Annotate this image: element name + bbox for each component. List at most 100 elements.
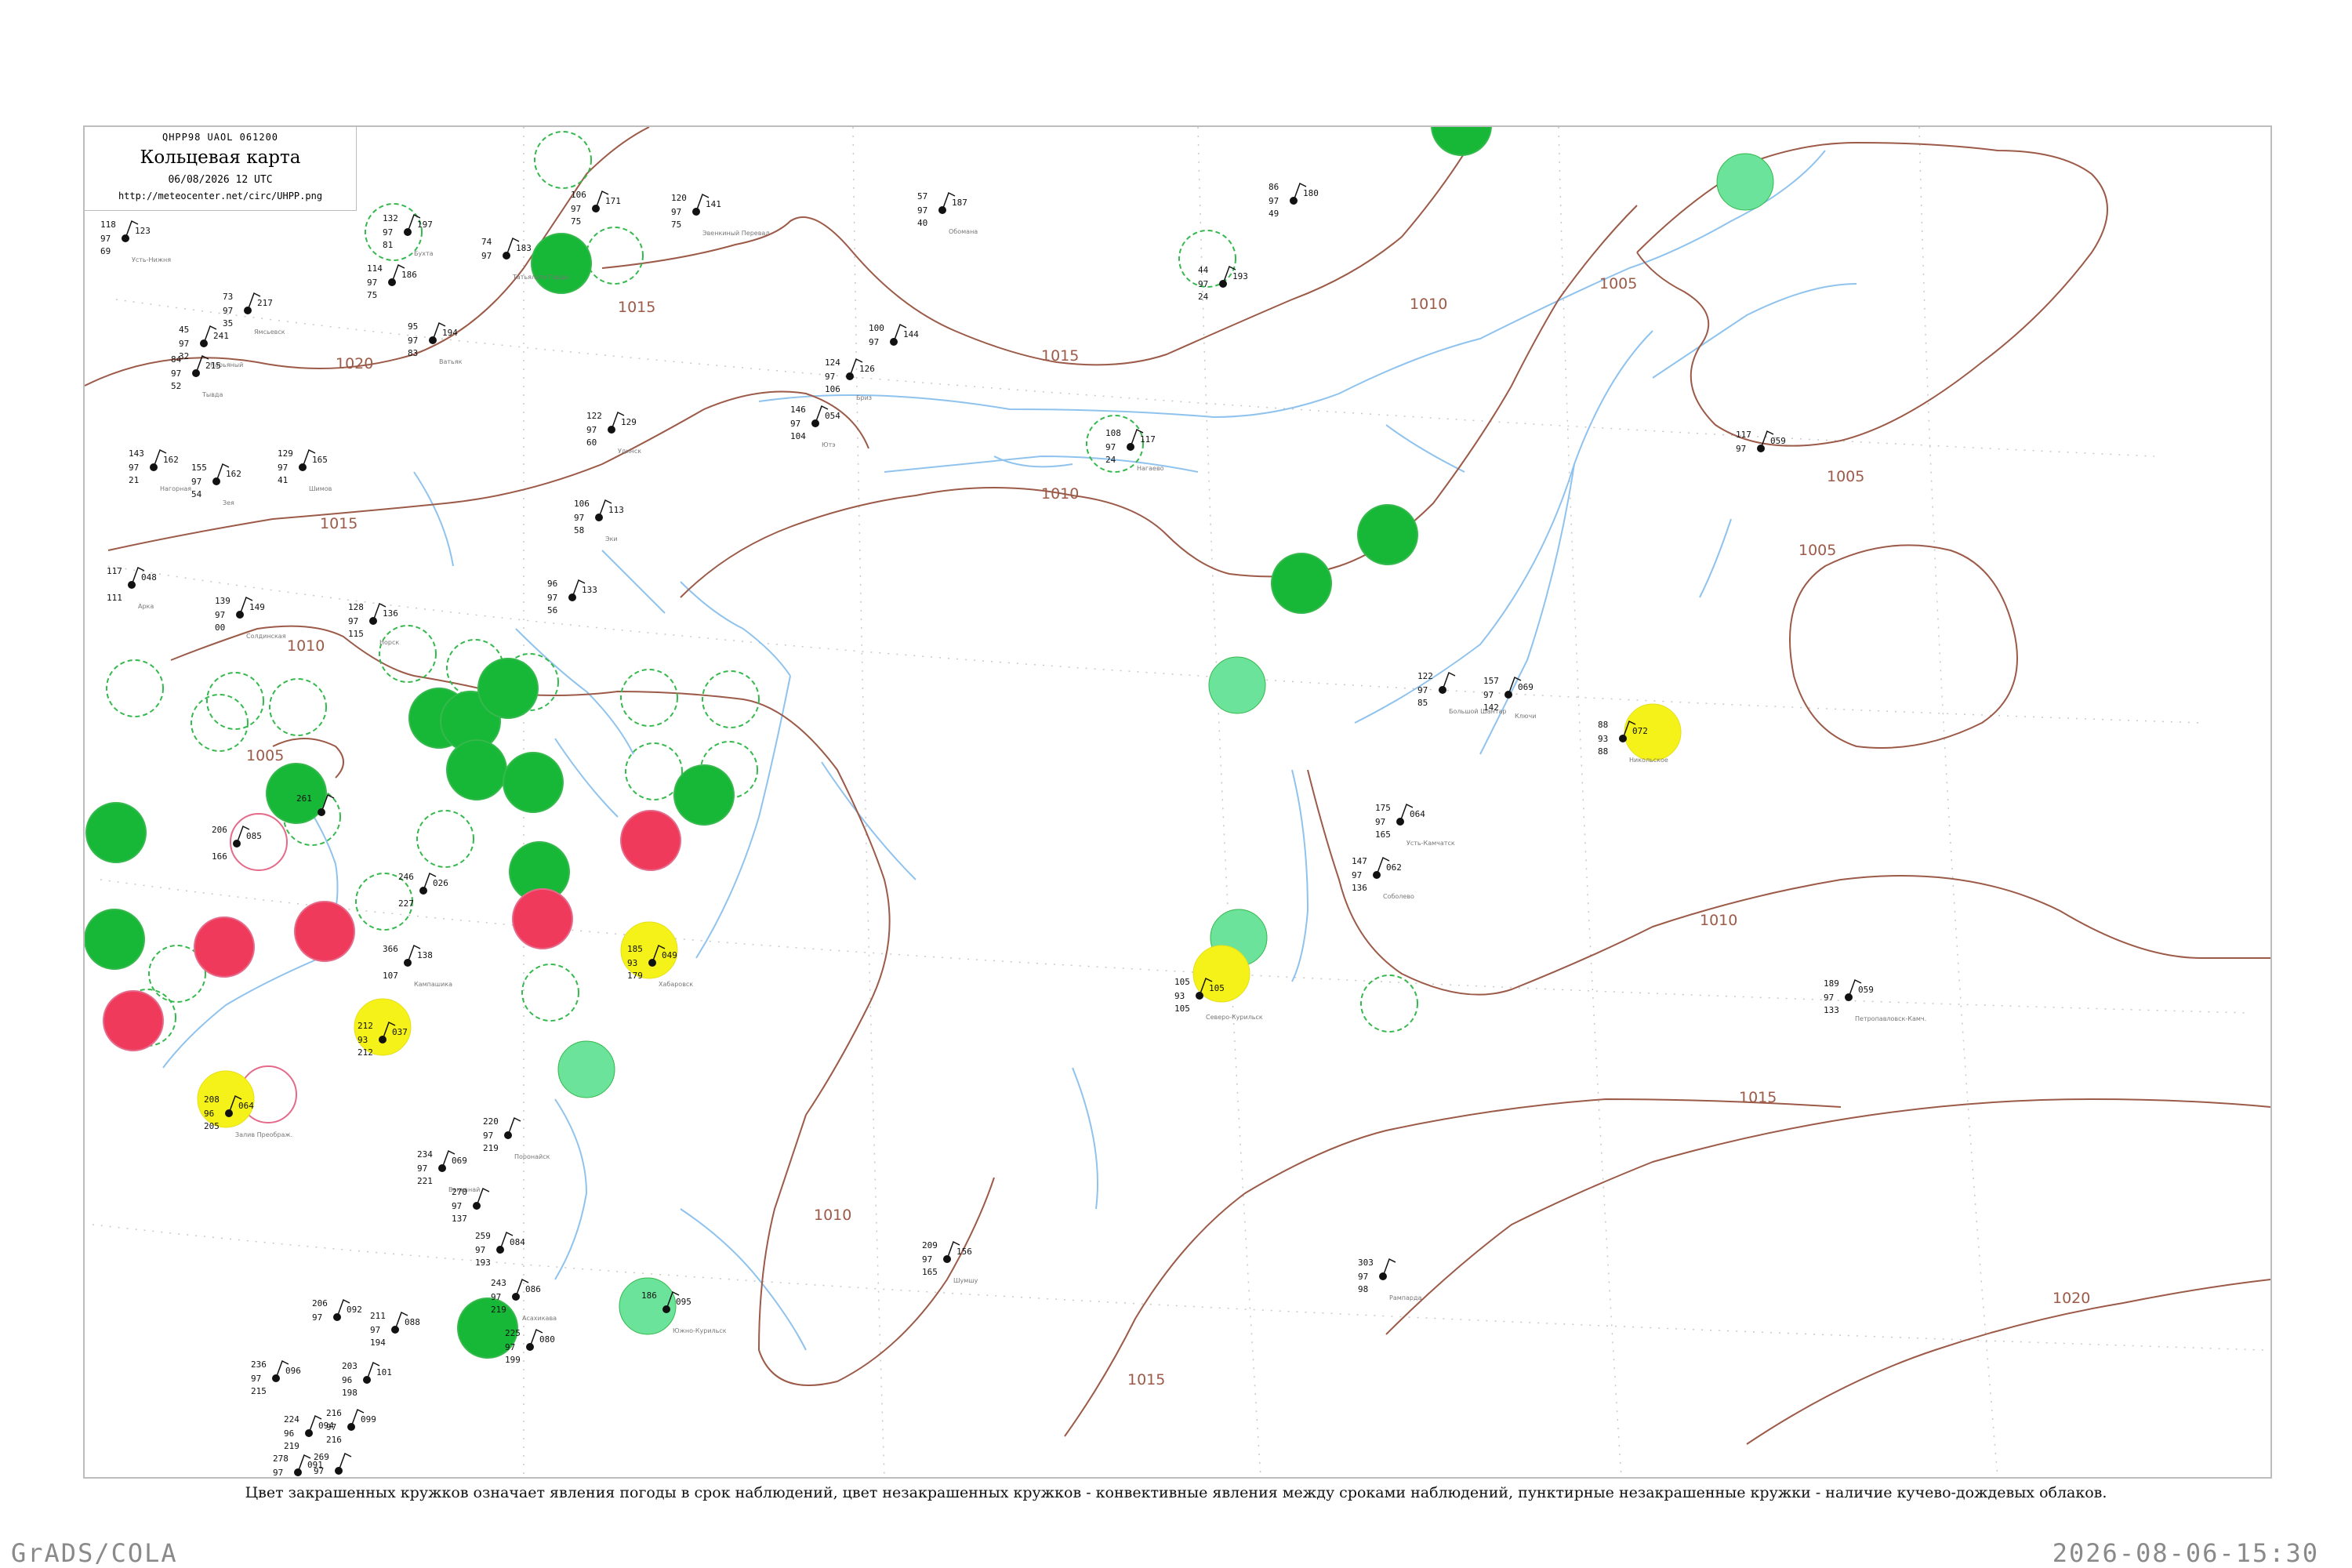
station-dewpoint: 88 [1598,746,1608,757]
isobar-labels: 1020 1015 1015 1010 1010 1010 1010 1010 … [246,275,2090,1388]
isobar-label: 1020 [2053,1290,2090,1307]
station-pressure: 105 [1209,983,1225,993]
station-visibility: 97 [475,1245,485,1255]
station-dewpoint: 41 [278,475,288,485]
station-dewpoint: 52 [171,381,181,391]
station-visibility: 93 [1174,991,1185,1001]
station-visibility: 97 [452,1201,462,1211]
station-dewpoint: 219 [483,1143,499,1153]
weather-circles [85,127,1774,1359]
synoptic-map[interactable]: 1020 1015 1015 1010 1010 1010 1010 1010 … [85,127,2270,1477]
station-dewpoint: 142 [1483,702,1499,713]
station-temperature: 117 [1736,430,1751,440]
station-visibility: 97 [547,593,557,603]
station-temperature: 74 [481,237,492,247]
station-dewpoint: 212 [358,1047,373,1058]
station-dewpoint: 49 [1269,209,1279,219]
station-temperature: 206 [312,1298,328,1308]
station-pressure: 126 [859,364,875,374]
station-dot-green [85,909,145,970]
station-temperature: 122 [586,411,602,421]
station-dot-green [1357,504,1418,565]
station-plots: 132 97 81 197 Бухта 118 97 69 123 Усть-Нижня 114 97… [100,182,1926,1477]
station-dot-lightgreen [1716,153,1774,211]
station-pressure: 156 [956,1247,972,1257]
station-dewpoint: 00 [215,622,225,633]
station-dewpoint: 221 [417,1176,433,1186]
station-dewpoint: 227 [398,898,414,909]
station-visibility: 97 [917,205,927,216]
isobar-1015-north [601,127,1481,366]
station-name: Эки [605,535,618,543]
station-dot-green [503,752,564,813]
station-dot-red [620,810,681,871]
cb-ring [206,672,264,730]
station-dewpoint: 205 [204,1121,220,1131]
station-dot-green [477,658,539,719]
station-temperature: 124 [825,358,840,368]
station-temperature: 261 [296,793,312,804]
station-dewpoint: 215 [251,1386,267,1396]
station-name: Ватьяк [439,358,463,365]
station-temperature: 246 [398,872,414,882]
station-pressure: 092 [347,1305,362,1315]
station-temperature: 100 [869,323,884,333]
station-visibility: 97 [326,1422,336,1432]
station-dot-green [1431,127,1492,156]
station-dewpoint: 165 [1375,829,1391,840]
station-temperature: 44 [1198,265,1209,275]
station-dewpoint: 179 [627,971,643,981]
station-dewpoint: 35 [223,318,233,328]
station-visibility: 97 [314,1466,324,1476]
station-temperature: 132 [383,213,398,223]
station-pressure: 062 [1386,862,1402,873]
station-pressure: 049 [662,950,677,960]
station-pressure: 149 [249,602,265,612]
isobar-label: 1005 [246,747,284,764]
isobar-label: 1015 [1127,1371,1165,1388]
cb-ring [1360,975,1418,1033]
isobar-label: 1005 [1827,468,1864,485]
station-visibility: 97 [215,610,225,620]
bulletin-code: QHPP98 UAOL 061200 [162,132,279,143]
station-name: Арка [138,603,154,610]
station-visibility: 97 [179,339,189,349]
station-name: Никольское [1629,757,1668,764]
isobar-1005-ne [1636,141,2108,447]
isobar-1015-west [107,390,869,551]
station-dewpoint: 198 [342,1388,358,1398]
station-dewpoint: 98 [1358,1284,1368,1294]
station-temperature: 185 [627,944,643,954]
isobar-label: 1005 [1798,542,1836,559]
station-dewpoint: 115 [348,629,364,639]
station-dewpoint: 85 [1417,698,1428,708]
station-temperature: 146 [790,405,806,415]
station-pressure: 180 [1303,188,1319,198]
station-name: Усть-Камчатск [1406,840,1455,847]
station-dewpoint: 111 [107,593,122,603]
station-temperature: 106 [571,190,586,200]
station-visibility: 97 [483,1131,493,1141]
station-pressure: 193 [1232,271,1248,281]
station-visibility: 97 [191,477,201,487]
station-pressure: 136 [383,608,398,619]
station-dot-red [194,916,255,978]
station-dewpoint: 105 [1174,1004,1190,1014]
station-name: Зея [223,499,234,506]
station-temperature: 269 [314,1452,329,1462]
isobar-label: 1010 [1700,912,1737,929]
cb-ring [625,742,683,800]
station-dewpoint: 75 [367,290,377,300]
isobar-label: 1015 [1041,347,1079,365]
station-temperature: 88 [1598,720,1608,730]
station-dewpoint: 216 [326,1435,342,1445]
cb-ring [620,669,678,727]
station-visibility: 97 [129,463,139,473]
source-url[interactable]: http://meteocenter.net/circ/UHPP.png [85,191,356,201]
station-temperature: 206 [212,825,227,835]
station-dewpoint: 81 [383,240,393,250]
station-name: Нагорная [160,485,191,492]
station-pressure: 183 [516,243,532,253]
station-temperature: 45 [179,325,189,335]
station-dot-green [673,764,735,826]
